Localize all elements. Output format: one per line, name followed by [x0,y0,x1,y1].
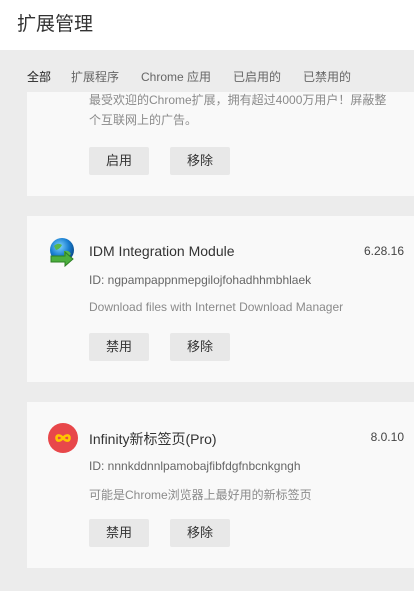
extension-card: 最受欢迎的Chrome扩展，拥有超过4000万用户！屏蔽整 个互联网上的广告。 … [27,86,414,196]
header: 扩展管理 [0,0,414,50]
extension-card-idm: IDM Integration Module 6.28.16 ID: ngpam… [27,216,414,382]
scroll-clip [0,86,414,92]
remove-button[interactable]: 移除 [170,333,230,361]
extension-description: Download files with Internet Download Ma… [89,300,344,314]
extension-name: IDM Integration Module [89,243,235,259]
tab-disabled[interactable]: 已禁用的 [303,68,351,85]
tab-extensions[interactable]: 扩展程序 [71,68,119,85]
remove-button[interactable]: 移除 [170,519,230,547]
idm-globe-icon [47,236,79,268]
extension-version: 8.0.10 [370,430,404,444]
extension-id: ID: nnnkddnnlpamobajfibfdgfnbcnkgngh [89,459,301,473]
page-title: 扩展管理 [17,14,94,35]
tab-chrome-apps[interactable]: Chrome 应用 [141,68,211,85]
extension-description: 最受欢迎的Chrome扩展，拥有超过4000万用户！屏蔽整 个互联网上的广告。 [89,90,386,130]
extension-id: ID: ngpampappnmepgilojfohadhhmbhlaek [89,273,312,287]
extension-description: 可能是Chrome浏览器上最好用的新标签页 [89,488,312,502]
disable-button[interactable]: 禁用 [89,333,149,361]
description-line: 个互联网上的广告。 [89,113,198,127]
description-line: 最受欢迎的Chrome扩展，拥有超过4000万用户！屏蔽整 [89,93,387,107]
extension-version: 6.28.16 [363,244,404,258]
disable-button[interactable]: 禁用 [89,519,149,547]
tab-enabled[interactable]: 已启用的 [233,68,281,85]
infinity-icon [47,422,79,454]
enable-button[interactable]: 启用 [89,147,149,175]
extension-card-infinity: Infinity新标签页(Pro) 8.0.10 ID: nnnkddnnlpa… [27,402,414,568]
extension-name: Infinity新标签页(Pro) [89,431,217,447]
remove-button[interactable]: 移除 [170,147,230,175]
